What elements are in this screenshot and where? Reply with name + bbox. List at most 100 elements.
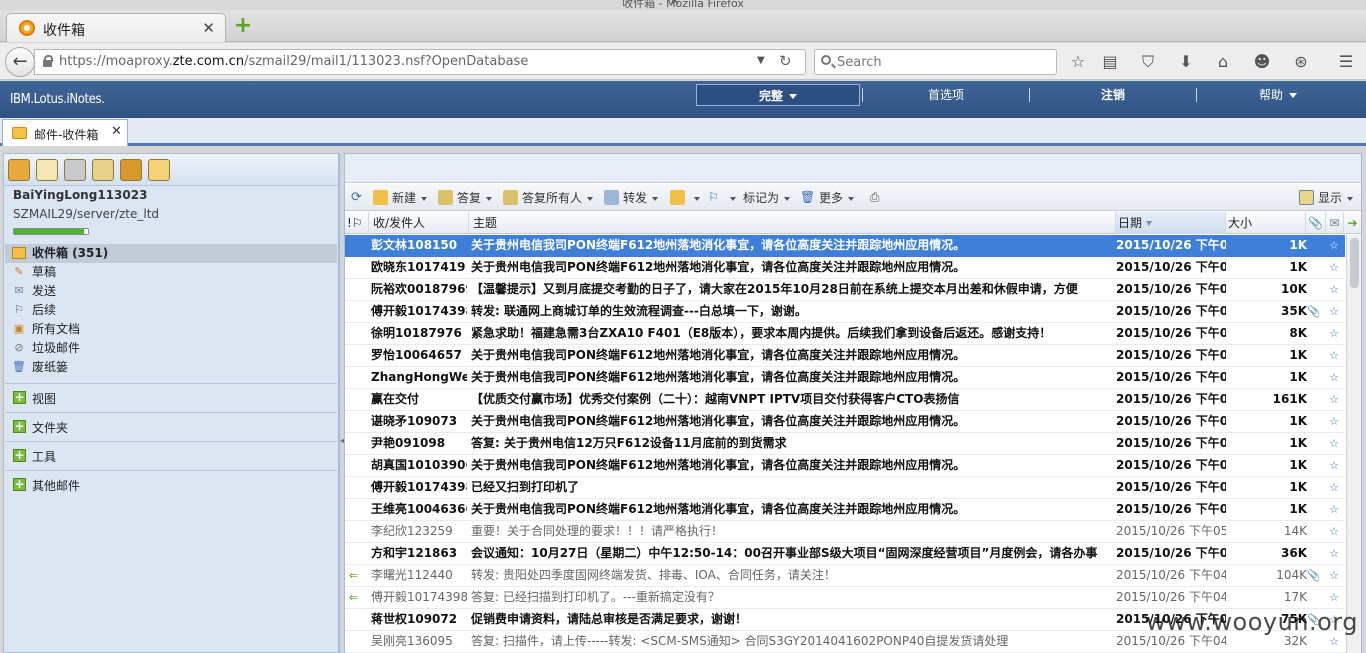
star-icon[interactable]: ☆ bbox=[1327, 543, 1341, 564]
reply-button[interactable]: 答复 bbox=[438, 190, 493, 206]
message-row[interactable]: ZhangHongWei17 关于贵州电信我司PON终端F612地州落地消化事宜，… bbox=[345, 367, 1345, 389]
hello-chat-icon[interactable]: ☻ bbox=[1252, 52, 1272, 72]
hamburger-menu-icon[interactable]: ☰ bbox=[1336, 52, 1356, 72]
message-row[interactable]: 彭文林108150 关于贵州电信我司PON终端F612地州落地消化事宜，请各位高度… bbox=[345, 235, 1345, 257]
star-icon[interactable]: ☆ bbox=[1327, 455, 1341, 476]
column-from[interactable]: 收/发件人 bbox=[369, 212, 469, 234]
column-flags[interactable]: !⚐ bbox=[345, 212, 369, 234]
folder-all-documents[interactable]: ▣ 所有文档 bbox=[5, 320, 337, 339]
download-arrow-icon[interactable]: ⬇ bbox=[1176, 52, 1196, 72]
mark-as-button[interactable]: 标记为 bbox=[743, 190, 791, 206]
move-to-folder-button[interactable] bbox=[670, 190, 700, 206]
message-row[interactable]: 胡真国10103906 关于贵州电信我司PON终端F612地州落地消化事宜，请各位… bbox=[345, 455, 1345, 477]
message-size: 1K bbox=[1289, 238, 1307, 252]
tab-close-icon[interactable]: ✕ bbox=[202, 19, 215, 37]
column-attachment[interactable]: 📎 bbox=[1306, 212, 1326, 234]
column-status[interactable]: ✉ bbox=[1326, 212, 1344, 234]
star-icon[interactable]: ☆ bbox=[1327, 477, 1341, 498]
message-row[interactable]: 谌晓矛109073 关于贵州电信我司PON终端F612地州落地消化事宜，请各位高度… bbox=[345, 411, 1345, 433]
message-row[interactable]: 徐明10187976 紧急求助！福建急需3台ZXA10 F401（E8版本），要求… bbox=[345, 323, 1345, 345]
folder-sent[interactable]: ✉ 发送 bbox=[5, 282, 337, 301]
message-row[interactable]: 王维亮10046366 关于贵州电信我司PON终端F612地州落地消化事宜，请各位… bbox=[345, 499, 1345, 521]
back-arrow-icon[interactable]: ← bbox=[5, 47, 35, 77]
star-icon[interactable]: ☆ bbox=[1327, 499, 1341, 520]
folder-trash[interactable]: 🗑 废纸篓 bbox=[5, 358, 337, 377]
message-row[interactable]: 李纪欣123259 重要！关于合同处理的要求！！！请严格执行！ 2015/10/26… bbox=[345, 521, 1345, 543]
search-input[interactable] bbox=[837, 53, 1047, 71]
more-button[interactable]: 🗑 更多 bbox=[800, 190, 855, 206]
new-tab-plus-icon[interactable]: + bbox=[232, 15, 254, 38]
star-icon[interactable]: ☆ bbox=[1327, 345, 1341, 366]
next-page-arrow[interactable]: ➔ bbox=[1344, 212, 1361, 234]
star-icon[interactable]: ☆ bbox=[1327, 411, 1341, 432]
browser-tab-inbox[interactable]: 收件箱 ✕ bbox=[6, 13, 226, 42]
column-subject[interactable]: 主题 bbox=[469, 212, 1116, 234]
print-button[interactable]: ⎙ bbox=[867, 190, 886, 206]
star-icon[interactable]: ☆ bbox=[1327, 301, 1341, 322]
message-row[interactable]: 阮裕欢00187969 【温馨提示】又到月底提交考勤的日子了，请大家在2015年1… bbox=[345, 279, 1345, 301]
star-icon[interactable]: ☆ bbox=[1327, 587, 1341, 608]
message-row[interactable]: 傅开毅10174398 已经又扫到打印机了 2015/10/26 下午05: 1K ☆ bbox=[345, 477, 1345, 499]
forward-button[interactable]: 转发 bbox=[604, 190, 659, 206]
contacts-app-icon[interactable] bbox=[64, 159, 86, 181]
new-button[interactable]: 新建 bbox=[373, 190, 428, 206]
message-row[interactable]: 方和宇121863 会议通知：10月27日（星期二）中午12:50-14：00召开… bbox=[345, 543, 1345, 565]
scrollbar-thumb[interactable] bbox=[1350, 238, 1359, 288]
mail-app-icon[interactable] bbox=[8, 159, 30, 181]
message-row[interactable]: 尹艳091098 答复: 关于贵州电信12万只F612设备11月底前的到货需求 20… bbox=[345, 433, 1345, 455]
menu-help[interactable]: 帮助 bbox=[1198, 84, 1358, 106]
section-tools[interactable]: + 工具 bbox=[5, 441, 337, 469]
reply-all-button[interactable]: 答复所有人 bbox=[503, 190, 594, 206]
display-button[interactable]: 显示 bbox=[1299, 190, 1354, 206]
url-history-dropdown-icon[interactable]: ▼ bbox=[757, 55, 765, 66]
refresh-button[interactable]: ⟳ bbox=[349, 190, 368, 206]
close-icon[interactable]: ✕ bbox=[111, 124, 122, 139]
search-bar[interactable] bbox=[814, 49, 1057, 75]
url-bar[interactable]: https://moaproxy.zte.com.cn/szmail29/mai… bbox=[34, 49, 806, 75]
folder-junk[interactable]: ⊘ 垃圾邮件 bbox=[5, 339, 337, 358]
home-icon[interactable]: ⌂ bbox=[1213, 52, 1233, 72]
star-icon[interactable]: ☆ bbox=[1327, 433, 1341, 454]
message-row[interactable]: 赢在交付 【优质交付赢市场】优秀交付案例（二十）：越南VNPT IPTV项目交付获… bbox=[345, 389, 1345, 411]
star-icon[interactable]: ☆ bbox=[1327, 235, 1341, 256]
menu-preferences[interactable]: 首选项 bbox=[864, 84, 1028, 106]
column-size[interactable]: 大小 bbox=[1226, 212, 1306, 234]
star-icon[interactable]: ☆ bbox=[1327, 323, 1341, 344]
todo-app-icon[interactable] bbox=[92, 159, 114, 181]
home-app-icon[interactable] bbox=[148, 159, 170, 181]
section-views[interactable]: + 视图 bbox=[5, 383, 337, 411]
pane-splitter[interactable]: ◀ bbox=[339, 153, 346, 653]
message-row[interactable]: 罗怡10064657 关于贵州电信我司PON终端F612地州落地消化事宜，请各位高… bbox=[345, 345, 1345, 367]
star-icon[interactable]: ☆ bbox=[1327, 257, 1341, 278]
message-row[interactable]: 傅开毅10174398 转发: 联通网上商城订单的生效流程调查---白总填一下，谢… bbox=[345, 301, 1345, 323]
section-folders[interactable]: + 文件夹 bbox=[5, 412, 337, 440]
menu-logout[interactable]: 注销 bbox=[1031, 84, 1195, 106]
folder-drafts[interactable]: ✎ 草稿 bbox=[5, 263, 337, 282]
star-icon[interactable]: ☆ bbox=[1327, 521, 1341, 542]
app-tab-mail-inbox[interactable]: 邮件-收件箱 ✕ bbox=[2, 119, 128, 146]
bookmark-star-icon[interactable]: ☆ bbox=[1068, 52, 1088, 72]
star-icon[interactable]: ☆ bbox=[1327, 565, 1341, 586]
star-icon[interactable]: ☆ bbox=[1327, 279, 1341, 300]
url-text[interactable]: https://moaproxy.zte.com.cn/szmail29/mai… bbox=[59, 54, 528, 69]
addon-globe-icon[interactable]: ⊛ bbox=[1291, 52, 1311, 72]
star-icon[interactable]: ☆ bbox=[1327, 367, 1341, 388]
reload-icon[interactable]: ↻ bbox=[779, 52, 792, 70]
pocket-icon[interactable]: ⛉ bbox=[1138, 52, 1158, 72]
window-close-icon[interactable]: ✕ bbox=[0, 0, 1350, 8]
follow-up-button[interactable]: ⚐ bbox=[706, 190, 736, 206]
reading-list-icon[interactable]: ▤ bbox=[1100, 52, 1120, 72]
message-row[interactable]: ⇐ 傅开毅10174398 答复: 已经扫描到打印机了。---重新搞定没有？ 2015… bbox=[345, 587, 1345, 609]
folder-follow-up[interactable]: ⚐ 后续 bbox=[5, 301, 337, 320]
notebook-app-icon[interactable] bbox=[120, 159, 142, 181]
section-other-mail[interactable]: + 其他邮件 bbox=[5, 470, 337, 498]
calendar-app-icon[interactable] bbox=[36, 159, 58, 181]
message-list-scrollbar[interactable] bbox=[1346, 235, 1361, 653]
column-date[interactable]: 日期 bbox=[1116, 212, 1226, 234]
folder-inbox[interactable]: 收件箱 (351) bbox=[5, 244, 337, 263]
star-icon[interactable]: ☆ bbox=[1327, 389, 1341, 410]
message-row[interactable]: 欧晓东10174191 关于贵州电信我司PON终端F612地州落地消化事宜，请各位… bbox=[345, 257, 1345, 279]
message-row[interactable]: ⇐ 李曙光112440 转发: 贵阳处四季度固网终端发货、排毒、IOA、合同任务，请… bbox=[345, 565, 1345, 587]
message-size: 1K bbox=[1289, 436, 1307, 450]
menu-full[interactable]: 完整 bbox=[696, 84, 860, 106]
